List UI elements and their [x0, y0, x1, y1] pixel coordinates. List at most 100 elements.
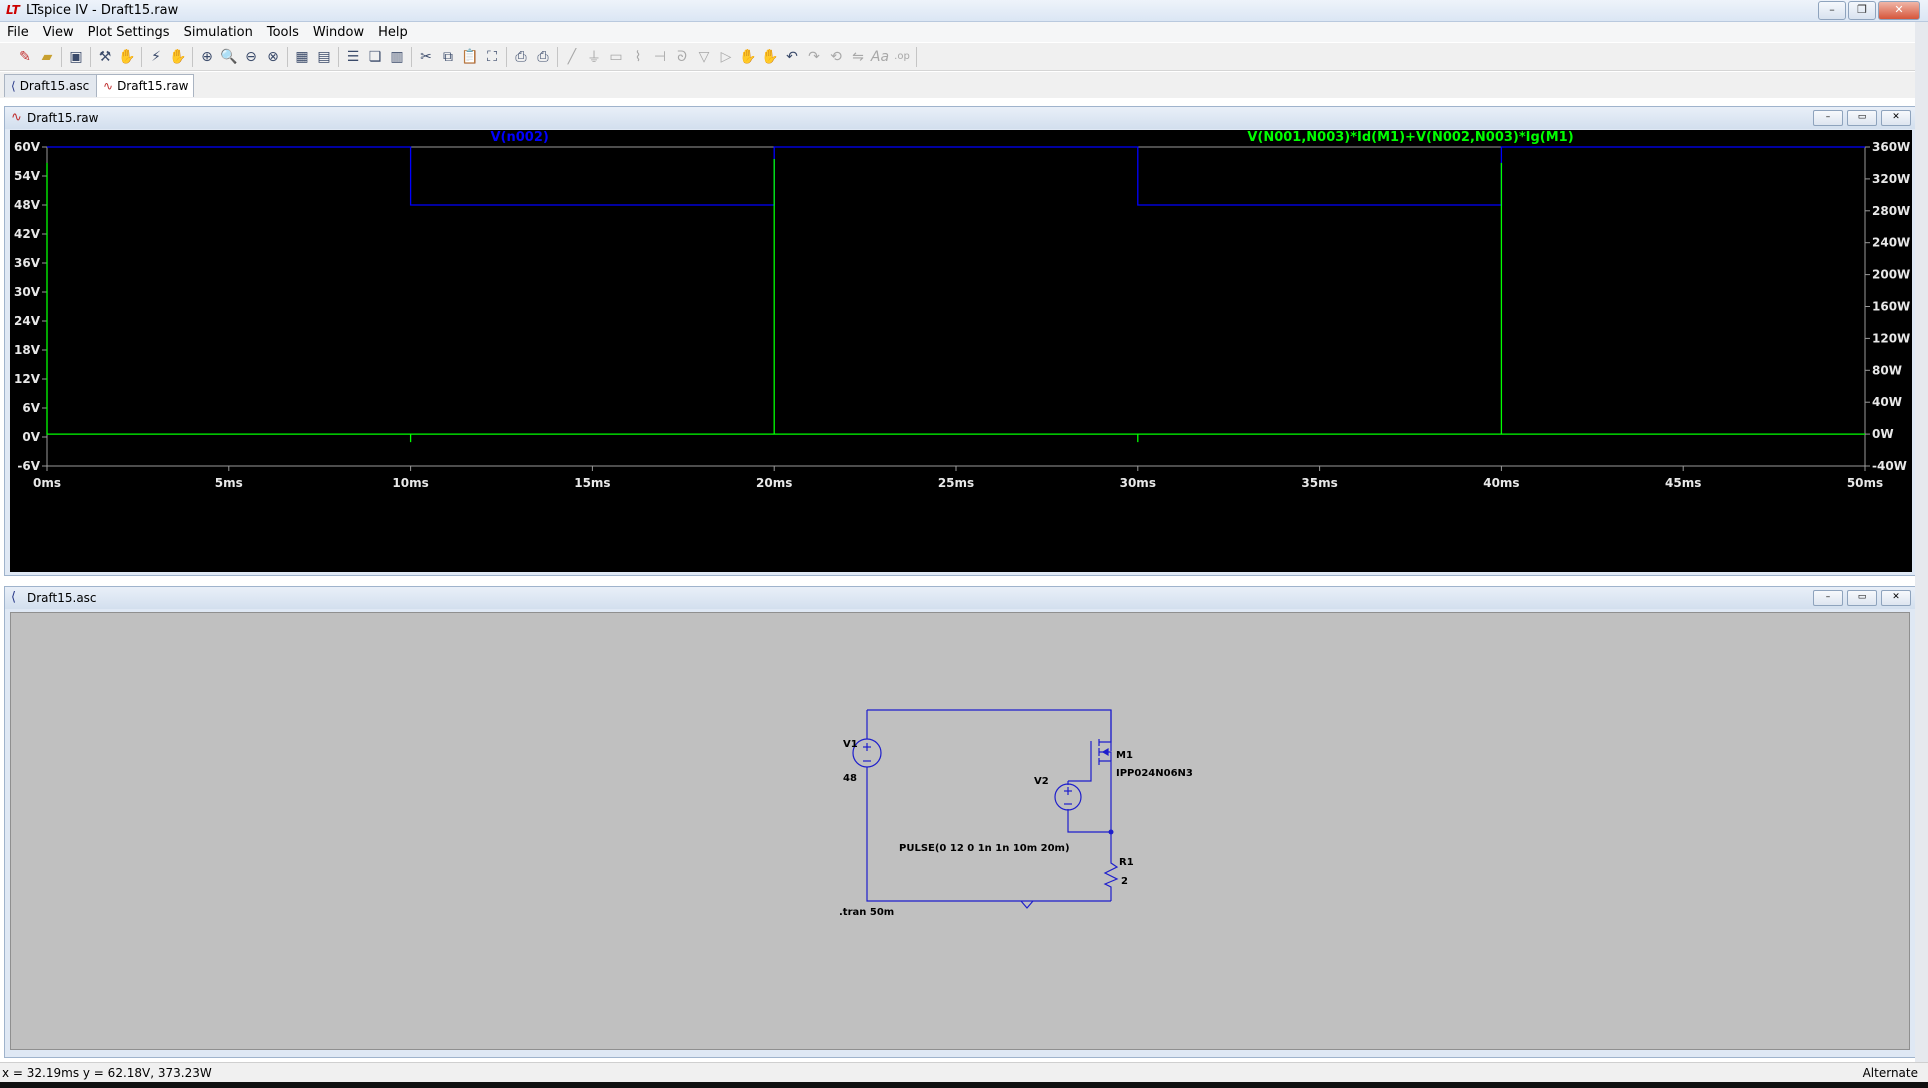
y-left-tick-label: 0V	[22, 430, 40, 444]
y-right-tick-label: 240W	[1872, 236, 1910, 250]
main-toolbar: ✎ ▰ ▣ ⚒ ✋ ⚡ ✋ ⊕ 🔍 ⊖ ⊗ ▦ ▤ ☰ ❏ ▥ ✂ ⧉ 📋 ⛶ …	[0, 43, 1928, 71]
minimize-button[interactable]: –	[1818, 1, 1846, 20]
rotate-icon[interactable]: ⟲	[825, 46, 847, 68]
y-right-tick-label: -40W	[1872, 459, 1907, 473]
menu-plot-settings[interactable]: Plot Settings	[81, 25, 177, 40]
plot-minimize-button[interactable]: –	[1813, 110, 1843, 126]
schematic-icon: ⟨	[11, 79, 16, 93]
ground-symbol[interactable]	[1020, 900, 1034, 909]
mode-indicator: Alternate	[1862, 1066, 1918, 1080]
wire-gate[interactable]	[1068, 763, 1092, 782]
tile-vertical-icon[interactable]: ▥	[386, 46, 408, 68]
text-icon[interactable]: Aa	[869, 46, 891, 68]
trace-label-power[interactable]: V(N001,N003)*Id(M1)+V(N002,N003)*Ig(M1)	[1247, 130, 1573, 145]
pan-hand-icon[interactable]: ✋	[116, 46, 138, 68]
cascade-icon[interactable]: ❏	[364, 46, 386, 68]
menu-window[interactable]: Window	[306, 25, 371, 40]
x-tick-label: 5ms	[215, 476, 243, 490]
trace-2[interactable]	[46, 159, 1865, 443]
menu-file[interactable]: File	[0, 25, 36, 40]
ground-icon[interactable]: ⏚	[583, 46, 605, 68]
r1-value-label: 2	[1121, 876, 1128, 887]
resistor-r1[interactable]	[1103, 859, 1119, 889]
menu-view[interactable]: View	[36, 25, 81, 40]
find-icon[interactable]: ⛶	[481, 46, 503, 68]
tab-draft15-raw[interactable]: ∿ Draft15.raw	[96, 74, 194, 97]
wire-v1-bottom[interactable]	[866, 767, 1111, 902]
x-tick-label: 40ms	[1483, 476, 1519, 490]
menu-help[interactable]: Help	[371, 25, 415, 40]
move-hand-icon[interactable]: ✋	[737, 46, 759, 68]
paste-icon[interactable]: 📋	[459, 46, 481, 68]
schematic-canvas[interactable]: V1 48 V2 PULSE(0 12 0 1n 1n 10m 20m) M1 …	[10, 612, 1910, 1050]
label-net-icon[interactable]: ▭	[605, 46, 627, 68]
tran-directive-label[interactable]: .tran 50m	[839, 907, 894, 918]
open-folder-icon[interactable]: ▰	[36, 46, 58, 68]
cursor-coords-readout: x = 32.19ms y = 62.18V, 373.23W	[2, 1066, 212, 1080]
x-tick-label: 10ms	[392, 476, 428, 490]
schematic-drawing[interactable]: V1 48 V2 PULSE(0 12 0 1n 1n 10m 20m) M1 …	[11, 613, 1909, 1049]
schematic-minimize-button[interactable]: –	[1813, 590, 1843, 606]
x-tick-label: 20ms	[756, 476, 792, 490]
inductor-icon[interactable]: ᘐ	[671, 46, 693, 68]
y-right-tick-label: 320W	[1872, 172, 1910, 186]
tab-draft15-asc[interactable]: ⟨ Draft15.asc	[4, 74, 102, 97]
y-right-tick-label: 160W	[1872, 300, 1910, 314]
resistor-icon[interactable]: ⌇	[627, 46, 649, 68]
print-setup-icon[interactable]: ⎙	[510, 46, 532, 68]
zoom-out-icon[interactable]: ⊖	[240, 46, 262, 68]
menu-tools[interactable]: Tools	[260, 25, 306, 40]
close-button[interactable]: ✕	[1878, 1, 1920, 20]
plot-close-button[interactable]: ✕	[1881, 110, 1911, 126]
trace-label-v-n002[interactable]: V(n002)	[491, 130, 549, 145]
zoom-area-icon[interactable]: ⊕	[196, 46, 218, 68]
new-schematic-icon[interactable]: ✎	[14, 46, 36, 68]
spice-directive-icon[interactable]: .op	[891, 46, 913, 68]
halt-hand-icon[interactable]: ✋	[167, 46, 189, 68]
mirror-icon[interactable]: ⇋	[847, 46, 869, 68]
x-tick-label: 35ms	[1301, 476, 1337, 490]
component-icon[interactable]: ▷	[715, 46, 737, 68]
plot-maximize-button[interactable]: ▭	[1847, 110, 1877, 126]
schematic-maximize-button[interactable]: ▭	[1847, 590, 1877, 606]
restore-button[interactable]: ❐	[1848, 1, 1876, 20]
save-icon[interactable]: ▣	[65, 46, 87, 68]
x-tick-label: 0ms	[33, 476, 61, 490]
right-edge-strip	[1915, 22, 1928, 1062]
print-icon[interactable]: ⎙	[532, 46, 554, 68]
drag-hand-icon[interactable]: ✋	[759, 46, 781, 68]
wire-icon[interactable]: ╱	[561, 46, 583, 68]
run-icon[interactable]: ⚡	[145, 46, 167, 68]
mark-data-icon[interactable]: ▤	[313, 46, 335, 68]
tile-horizontal-icon[interactable]: ☰	[342, 46, 364, 68]
y-left-tick-label: 36V	[14, 256, 41, 270]
y-right-tick-label: 0W	[1872, 427, 1894, 441]
menu-simulation[interactable]: Simulation	[177, 25, 260, 40]
wire-v2-bottom[interactable]	[1067, 809, 1111, 833]
y-right-tick-label: 280W	[1872, 204, 1910, 218]
copy-icon[interactable]: ⧉	[437, 46, 459, 68]
cut-icon[interactable]: ✂	[415, 46, 437, 68]
zoom-in-icon[interactable]: 🔍	[218, 46, 240, 68]
window-title: LTspice IV - Draft15.raw	[26, 3, 179, 18]
redo-icon[interactable]: ↷	[803, 46, 825, 68]
y-right-tick-label: 360W	[1872, 140, 1910, 154]
mosfet-m1[interactable]	[1090, 710, 1112, 780]
plot-window: ∿ Draft15.raw – ▭ ✕ 60V 54V 48V 42V 36V 30V 24…	[4, 106, 1918, 576]
menu-bar: File View Plot Settings Simulation Tools…	[0, 22, 1928, 42]
autorange-icon[interactable]: ▦	[291, 46, 313, 68]
diode-icon[interactable]: ▽	[693, 46, 715, 68]
undo-icon[interactable]: ↶	[781, 46, 803, 68]
x-tick-label: 15ms	[574, 476, 610, 490]
schematic-close-button[interactable]: ✕	[1881, 590, 1911, 606]
control-panel-icon[interactable]: ⚒	[94, 46, 116, 68]
waveform-plot[interactable]: 60V 54V 48V 42V 36V 30V 24V 18V 12V 6V 0V -6V 360W 32…	[10, 130, 1912, 572]
zoom-fit-icon[interactable]: ⊗	[262, 46, 284, 68]
trace-1[interactable]	[47, 146, 1865, 206]
wire-top[interactable]	[867, 709, 1112, 751]
capacitor-icon[interactable]: ⊣	[649, 46, 671, 68]
voltage-source-v2[interactable]	[1054, 783, 1082, 811]
y-left-tick-label: 12V	[14, 372, 41, 386]
schematic-window-title-bar: ⟨ Draft15.asc – ▭ ✕	[5, 587, 1917, 609]
document-tabs: ⟨ Draft15.asc ∿ Draft15.raw	[0, 72, 1928, 98]
